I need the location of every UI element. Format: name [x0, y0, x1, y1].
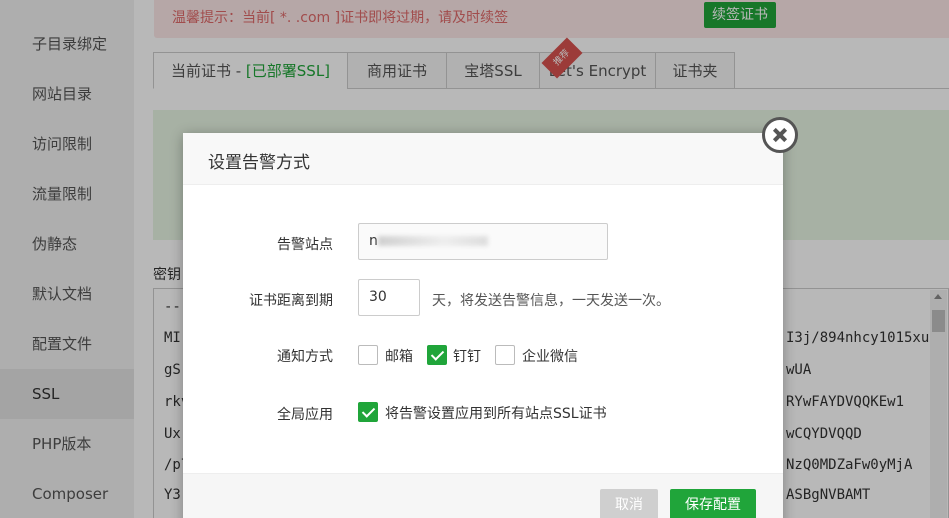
dingtalk-checkbox[interactable]	[427, 345, 447, 365]
global-apply-checkbox[interactable]	[358, 402, 378, 422]
days-hint: 天，将发送告警信息，一天发送一次。	[432, 293, 670, 309]
alert-site-field[interactable]: n	[358, 223, 608, 260]
global-apply-label: 全局应用	[277, 407, 333, 423]
save-config-button[interactable]: 保存配置	[670, 489, 756, 518]
dingtalk-label[interactable]: 钉钉	[453, 346, 481, 366]
close-icon[interactable]	[762, 117, 798, 153]
wecom-label[interactable]: 企业微信	[522, 346, 578, 366]
dialog-title: 设置告警方式	[208, 153, 310, 173]
cancel-button[interactable]: 取消	[600, 489, 658, 518]
wecom-checkbox[interactable]	[495, 345, 515, 365]
email-label[interactable]: 邮箱	[385, 346, 413, 366]
notify-method-label: 通知方式	[277, 349, 333, 365]
alert-site-value: n	[369, 233, 378, 249]
days-input[interactable]: 30	[358, 279, 420, 316]
email-checkbox[interactable]	[358, 345, 378, 365]
dialog-header: 设置告警方式	[183, 133, 783, 185]
alert-settings-dialog: 设置告警方式 告警站点 n 证书距离到期 30 天，将发送告警信息，一天发送一次…	[183, 133, 783, 518]
global-apply-option[interactable]: 将告警设置应用到所有站点SSL证书	[385, 403, 607, 423]
dialog-footer: 取消 保存配置	[183, 473, 783, 518]
alert-site-label: 告警站点	[277, 237, 333, 253]
days-to-expiry-label: 证书距离到期	[249, 293, 333, 309]
blurred-site-name	[377, 236, 488, 246]
